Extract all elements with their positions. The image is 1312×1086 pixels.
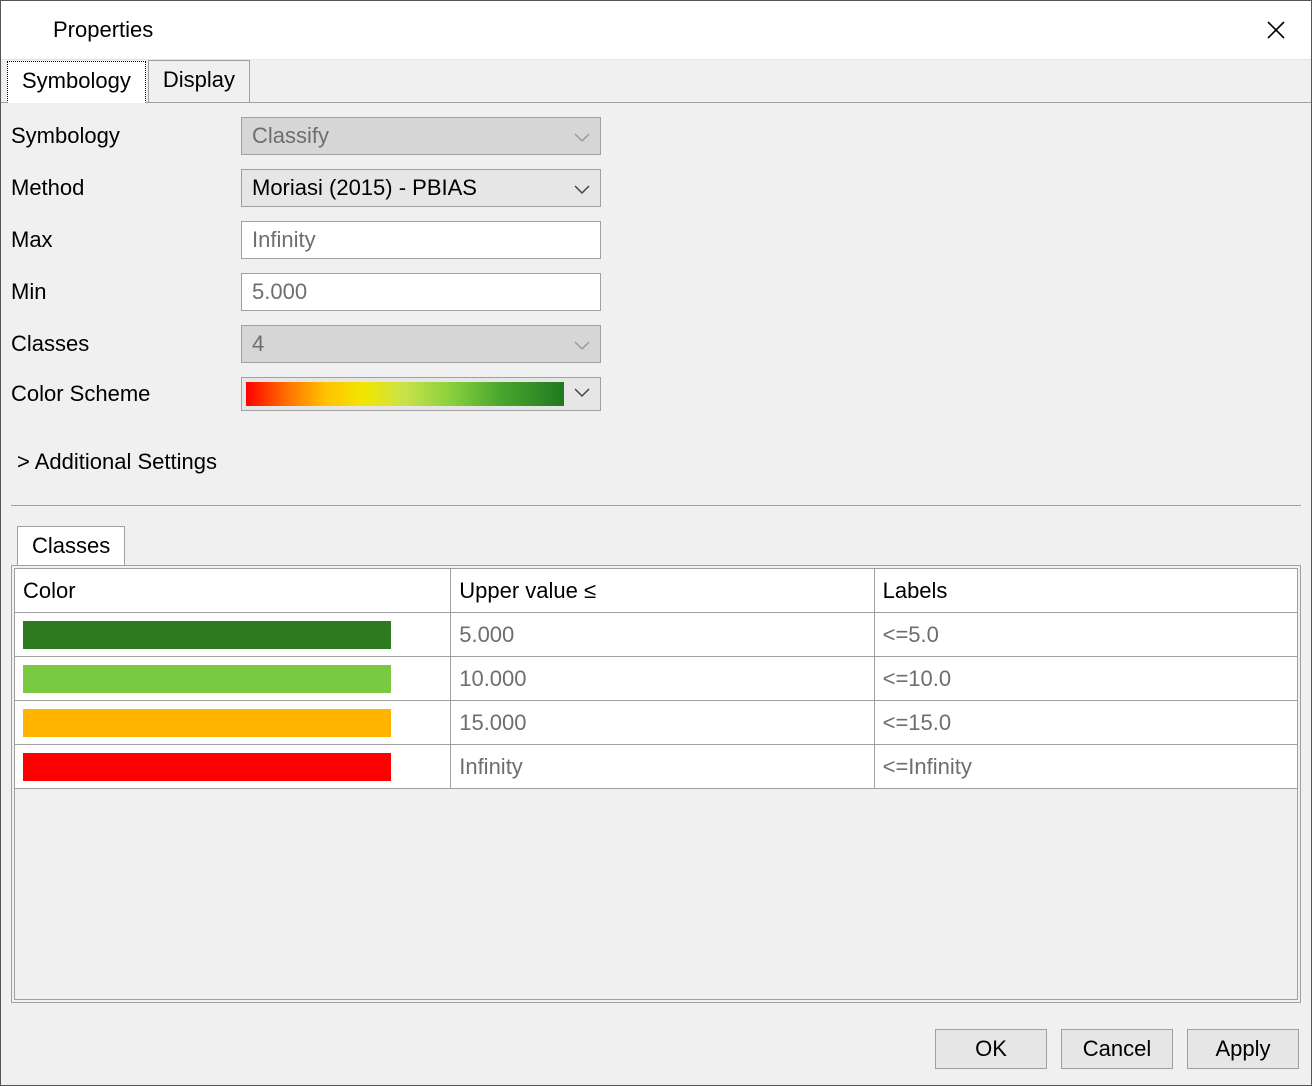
cell-label[interactable]: <=15.0	[874, 701, 1297, 745]
cell-upper[interactable]: 10.000	[451, 657, 874, 701]
classes-table: Color Upper value ≤ Labels 5.000<=5.010.…	[14, 568, 1298, 789]
close-button[interactable]	[1253, 7, 1299, 53]
cell-color[interactable]	[15, 657, 451, 701]
cell-label[interactable]: <=5.0	[874, 613, 1297, 657]
subtab-classes-label: Classes	[32, 533, 110, 558]
classes-table-wrap: Color Upper value ≤ Labels 5.000<=5.010.…	[11, 565, 1301, 1003]
table-header-row: Color Upper value ≤ Labels	[15, 569, 1298, 613]
col-color: Color	[15, 569, 451, 613]
tab-symbology-label: Symbology	[22, 68, 131, 93]
window-title: Properties	[53, 17, 1253, 43]
subtab-classes[interactable]: Classes	[17, 526, 125, 565]
color-swatch	[23, 709, 391, 737]
cell-upper[interactable]: Infinity	[451, 745, 874, 789]
additional-settings-label: > Additional Settings	[17, 449, 217, 474]
symbology-label: Symbology	[11, 123, 241, 149]
table-row[interactable]: 5.000<=5.0	[15, 613, 1298, 657]
close-icon	[1266, 20, 1286, 40]
apply-label: Apply	[1215, 1036, 1270, 1062]
apply-button[interactable]: Apply	[1187, 1029, 1299, 1069]
cell-color[interactable]	[15, 701, 451, 745]
cell-color[interactable]	[15, 745, 451, 789]
cell-label[interactable]: <=Infinity	[874, 745, 1297, 789]
dialog-body: Symbology Classify Method Moriasi (2015)…	[1, 103, 1311, 1013]
additional-settings-expander[interactable]: > Additional Settings	[17, 449, 1301, 475]
tab-symbology[interactable]: Symbology	[7, 61, 146, 103]
main-tabstrip: Symbology Display	[1, 59, 1311, 102]
table-row[interactable]: 15.000<=15.0	[15, 701, 1298, 745]
cancel-label: Cancel	[1083, 1036, 1151, 1062]
table-empty-area	[14, 789, 1298, 1000]
symbology-combo: Classify	[241, 117, 601, 155]
col-labels: Labels	[874, 569, 1297, 613]
color-swatch	[23, 753, 391, 781]
chevron-down-icon	[574, 175, 590, 201]
tab-display[interactable]: Display	[148, 60, 250, 102]
colorscheme-combo[interactable]	[241, 377, 601, 411]
classes-label: Classes	[11, 331, 241, 357]
classes-value: 4	[252, 331, 574, 357]
max-label: Max	[11, 227, 241, 253]
divider	[11, 505, 1301, 506]
cell-color[interactable]	[15, 613, 451, 657]
method-label: Method	[11, 175, 241, 201]
max-value: Infinity	[252, 227, 316, 253]
classes-combo: 4	[241, 325, 601, 363]
min-input[interactable]: 5.000	[241, 273, 601, 311]
color-swatch	[23, 621, 391, 649]
table-row[interactable]: Infinity<=Infinity	[15, 745, 1298, 789]
color-swatch	[23, 665, 391, 693]
symbology-value: Classify	[252, 123, 574, 149]
method-combo[interactable]: Moriasi (2015) - PBIAS	[241, 169, 601, 207]
colorscheme-label: Color Scheme	[11, 381, 241, 407]
max-input[interactable]: Infinity	[241, 221, 601, 259]
tab-display-label: Display	[163, 67, 235, 92]
cell-upper[interactable]: 15.000	[451, 701, 874, 745]
titlebar: Properties	[1, 1, 1311, 59]
chevron-down-icon	[574, 385, 590, 403]
min-value: 5.000	[252, 279, 307, 305]
properties-dialog: Properties Symbology Display Symbology C…	[0, 0, 1312, 1086]
ok-label: OK	[975, 1036, 1007, 1062]
method-value: Moriasi (2015) - PBIAS	[252, 175, 574, 201]
table-row[interactable]: 10.000<=10.0	[15, 657, 1298, 701]
min-label: Min	[11, 279, 241, 305]
cell-label[interactable]: <=10.0	[874, 657, 1297, 701]
chevron-down-icon	[574, 331, 590, 357]
chevron-down-icon	[574, 123, 590, 149]
cancel-button[interactable]: Cancel	[1061, 1029, 1173, 1069]
ok-button[interactable]: OK	[935, 1029, 1047, 1069]
cell-upper[interactable]: 5.000	[451, 613, 874, 657]
sub-tabstrip: Classes	[11, 526, 1301, 565]
col-upper: Upper value ≤	[451, 569, 874, 613]
dialog-footer: OK Cancel Apply	[1, 1013, 1311, 1085]
colorscheme-gradient	[246, 382, 564, 406]
